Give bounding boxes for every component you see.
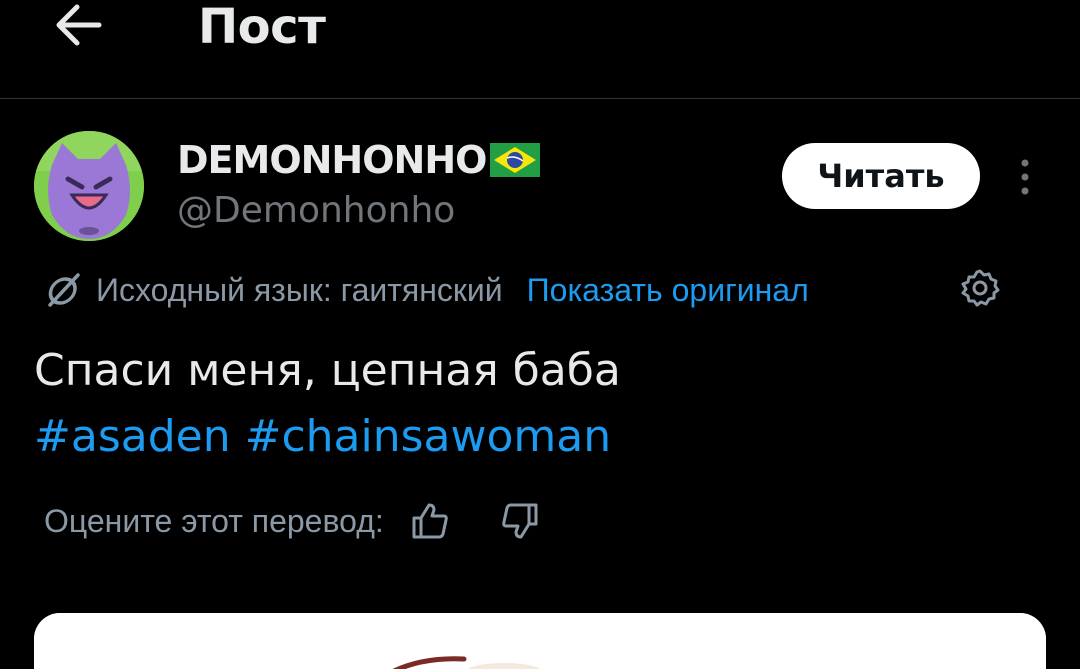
gear-icon xyxy=(961,269,1000,307)
show-original-link[interactable]: Показать оригинал xyxy=(527,272,809,309)
more-vertical-icon xyxy=(1021,159,1029,195)
rate-translation-label: Оцените этот перевод: xyxy=(44,502,384,539)
author-display-name: DEMONHONHO xyxy=(177,138,487,182)
hashtag-list: #asaden #chainsawoman xyxy=(34,404,621,470)
thumbs-up-button[interactable] xyxy=(408,499,452,543)
source-language-label: Исходный язык: гаитянский xyxy=(96,271,503,308)
rate-translation-bar: Оцените этот перевод: xyxy=(44,496,542,546)
post-screen: Пост DEMONHONHO @Demonhonho Читать Исход… xyxy=(0,0,1080,669)
more-options-button[interactable] xyxy=(1006,152,1044,202)
page-title: Пост xyxy=(198,0,326,55)
post-text: Спаси меня, цепная баба xyxy=(34,345,621,396)
arrow-left-icon xyxy=(56,4,102,46)
brazil-flag-icon xyxy=(490,143,541,177)
author-handle[interactable]: @Demonhonho xyxy=(177,190,455,231)
post-body: Спаси меня, цепная баба #asaden #chainsa… xyxy=(34,338,621,470)
top-bar: Пост xyxy=(0,0,1080,99)
media-image xyxy=(34,613,1046,669)
thumbs-down-button[interactable] xyxy=(498,499,542,543)
back-button[interactable] xyxy=(48,0,108,50)
author-name[interactable]: DEMONHONHO xyxy=(177,138,541,182)
translate-icon xyxy=(48,273,80,307)
translation-bar: Исходный язык: гаитянский Показать ориги… xyxy=(44,268,809,312)
translation-settings-button[interactable] xyxy=(958,266,1002,310)
thumbs-down-icon xyxy=(502,503,538,539)
post-media[interactable] xyxy=(34,613,1046,669)
follow-button[interactable]: Читать xyxy=(782,143,980,209)
hashtag-link[interactable]: #chainsawoman xyxy=(245,404,612,470)
hashtag-link[interactable]: #asaden xyxy=(34,404,231,470)
avatar-image xyxy=(34,131,144,241)
thumbs-up-icon xyxy=(412,503,448,539)
avatar[interactable] xyxy=(34,131,144,241)
